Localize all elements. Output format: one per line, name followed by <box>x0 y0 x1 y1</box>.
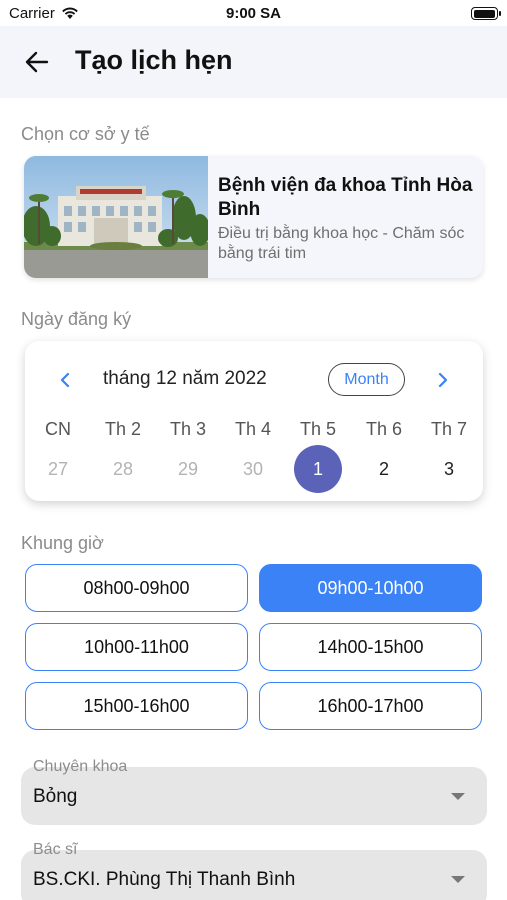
time-slot[interactable]: 08h00-09h00 <box>25 564 248 612</box>
time-slot-selected[interactable]: 09h00-10h00 <box>259 564 482 612</box>
calendar-month-title: tháng 12 năm 2022 <box>103 368 267 389</box>
back-button[interactable] <box>20 46 54 78</box>
hospital-photo <box>24 156 208 278</box>
appointment-screen: Carrier 9:00 SA Tạo lịch hẹn Chọn cơ sở … <box>0 0 507 900</box>
doctor-label: Bác sĩ <box>33 841 78 858</box>
previous-month-button[interactable] <box>52 367 78 393</box>
chevron-right-icon <box>438 372 448 388</box>
dropdown-arrow-icon <box>451 876 465 883</box>
doctor-dropdown[interactable]: Bác sĩ BS.CKI. Phùng Thị Thanh Bình <box>21 841 487 900</box>
dropdown-arrow-icon <box>451 793 465 800</box>
time-slot[interactable]: 15h00-16h00 <box>25 682 248 730</box>
time-slot[interactable]: 10h00-11h00 <box>25 623 248 671</box>
hospital-name: Bệnh viện đa khoa Tỉnh Hòa Bình <box>218 175 473 220</box>
date-section-label: Ngày đăng ký <box>21 309 132 329</box>
weekday-label: Th 6 <box>365 419 403 439</box>
page-title: Tạo lịch hẹn <box>75 45 233 75</box>
clock: 9:00 SA <box>225 5 282 22</box>
calendar-day[interactable]: 3 <box>419 445 479 493</box>
specialty-dropdown[interactable]: Chuyên khoa Bỏng <box>21 758 487 825</box>
specialty-value: Bỏng <box>33 786 78 807</box>
calendar-day[interactable]: 28 <box>93 445 153 493</box>
calendar-day[interactable]: 2 <box>354 445 414 493</box>
facility-section-label: Chọn cơ sở y tế <box>21 124 150 144</box>
weekday-label: Th 2 <box>104 419 142 439</box>
time-section-label: Khung giờ <box>21 533 104 553</box>
weekday-label: Th 4 <box>234 419 272 439</box>
calendar-format-button[interactable]: Month <box>328 363 405 396</box>
calendar-widget: tháng 12 năm 2022 Month CN Th 2 Th 3 Th 4 Th… <box>25 341 483 501</box>
weekday-label: Th 3 <box>169 419 207 439</box>
doctor-value: BS.CKI. Phùng Thị Thanh Bình <box>33 869 296 890</box>
weekday-label: Th 7 <box>430 419 468 439</box>
weekday-label: Th 5 <box>299 419 337 439</box>
next-month-button[interactable] <box>430 367 456 393</box>
hospital-slogan: Điều trị bằng khoa học - Chăm sóc bằng t… <box>218 225 465 262</box>
calendar-day[interactable]: 27 <box>28 445 88 493</box>
calendar-day[interactable]: 29 <box>158 445 218 493</box>
battery-icon <box>471 7 501 20</box>
weekday-label: CN <box>45 419 71 439</box>
battery-level <box>473 9 495 18</box>
calendar-day-selected[interactable]: 1 <box>288 445 348 493</box>
calendar-day[interactable]: 30 <box>223 445 283 493</box>
chevron-left-icon <box>60 372 70 388</box>
time-slot[interactable]: 14h00-15h00 <box>259 623 482 671</box>
specialty-label: Chuyên khoa <box>33 758 128 775</box>
arrow-left-icon <box>25 51 49 73</box>
app-header: Tạo lịch hẹn <box>0 26 507 98</box>
selected-day-label: 1 <box>294 445 342 493</box>
status-bar: Carrier 9:00 SA <box>0 0 507 26</box>
time-slot[interactable]: 16h00-17h00 <box>259 682 482 730</box>
hospital-card[interactable]: Bệnh viện đa khoa Tỉnh Hòa Bình Điều trị… <box>24 156 483 278</box>
